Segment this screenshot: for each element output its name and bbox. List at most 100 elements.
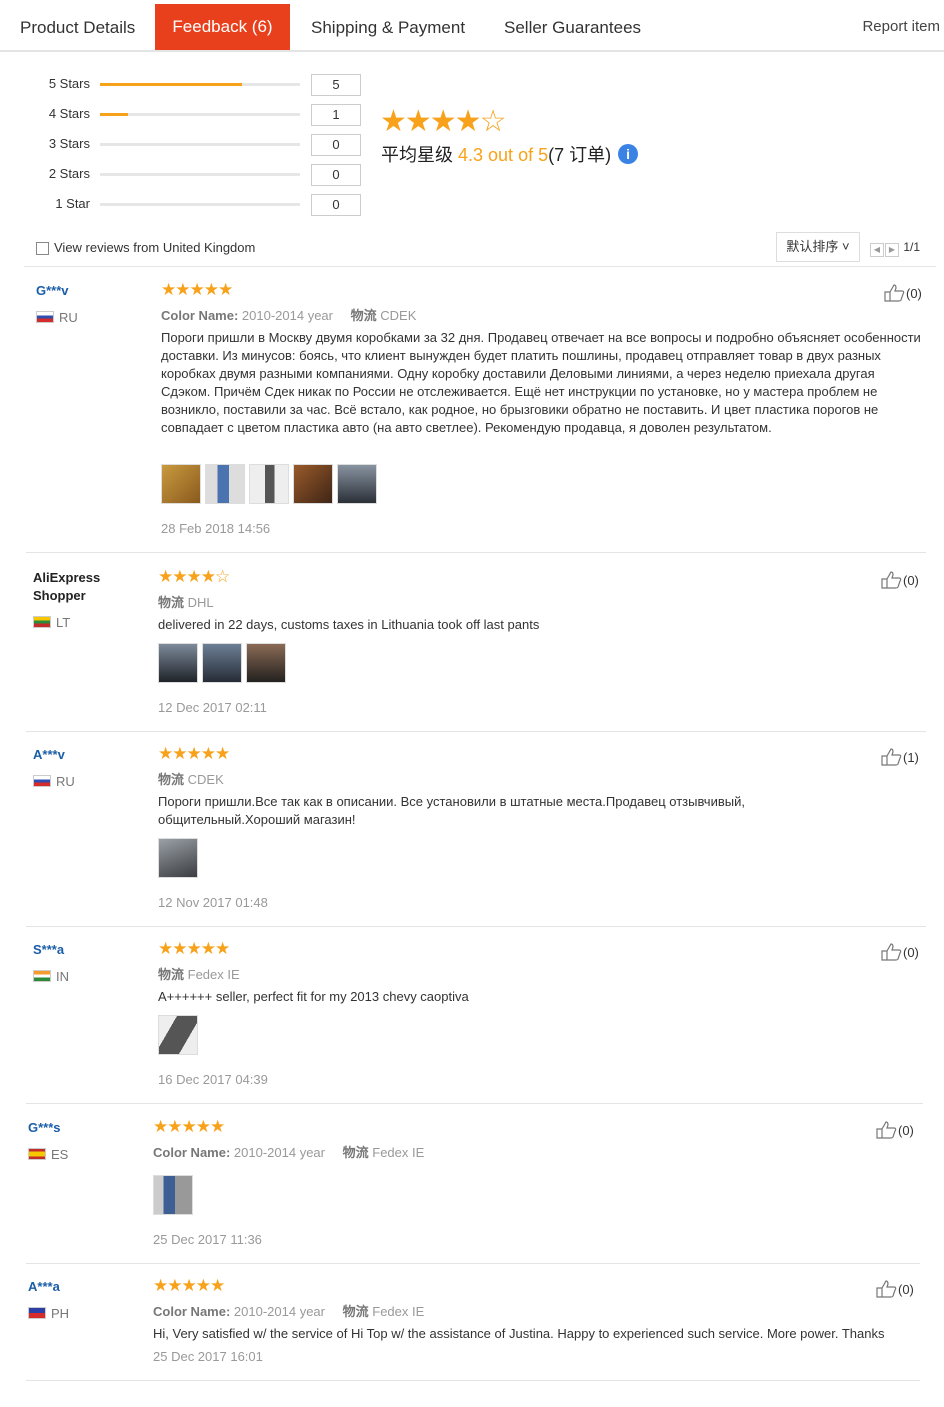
histogram-count-box[interactable]: 5 [311,74,361,96]
average-score: 4.3 out of 5 [458,145,549,165]
helpful-button[interactable]: (0) [881,571,919,589]
average-rating-text: 平均星级 4.3 out of 5(7 订单) i [381,141,639,167]
reviewer-country: PH [28,1306,69,1321]
review-photo[interactable] [161,464,201,504]
review-stars: ★★★★☆ [158,567,230,586]
next-page-button[interactable]: ▶ [885,243,899,257]
helpful-button[interactable]: (0) [876,1280,914,1298]
review-text: Пороги пришли в Москву двумя коробками з… [161,330,921,435]
review-text: delivered in 22 days, customs taxes in L… [158,617,540,632]
pagination: ◀ ▶ 1/1 [870,240,920,257]
review-photo[interactable] [153,1175,193,1215]
review-stars: ★★★★★ [158,744,230,763]
histogram-count-box[interactable]: 0 [311,164,361,186]
histogram-row-3: 3 Stars 0 [40,134,370,156]
reviewer-country: IN [33,969,69,984]
tab-bar: Product Details Feedback (6) Shipping & … [0,0,944,52]
histogram-count-box[interactable]: 0 [311,194,361,216]
tab-seller-guarantees[interactable]: Seller Guarantees [504,6,641,50]
tab-feedback[interactable]: Feedback (6) [155,4,290,50]
average-stars: ★★★★☆ [380,105,506,138]
histogram-fill [100,83,242,86]
reviewer-name[interactable]: A***v [33,747,65,762]
uk-filter-label[interactable]: View reviews from United Kingdom [54,240,255,255]
helpful-button[interactable]: (0) [884,284,922,302]
review-stars: ★★★★★ [161,280,233,299]
review-text: A++++++ seller, perfect fit for my 2013 … [158,989,469,1004]
review-meta: Color Name: 2010-2014 year 物流 CDEK [161,308,417,323]
country-flag-icon [36,311,54,323]
tab-shipping-payment[interactable]: Shipping & Payment [311,6,465,50]
country-flag-icon [33,775,51,787]
helpful-button[interactable]: (1) [881,748,919,766]
reviewer-name[interactable]: G***v [36,283,69,298]
review-divider [26,731,926,732]
review-photo[interactable] [337,464,377,504]
reviewer-name[interactable]: A***a [28,1279,60,1294]
review-photos [153,1175,197,1217]
thumbs-up-icon [881,571,902,589]
histogram-label: 2 Stars [48,166,90,181]
review-photo[interactable] [158,1015,198,1055]
uk-filter-checkbox[interactable] [36,242,49,255]
thumbs-up-icon [876,1121,897,1139]
histogram-count-box[interactable]: 0 [311,134,361,156]
reviewer-name[interactable]: AliExpress Shopper [33,569,143,605]
tab-product-details[interactable]: Product Details [20,6,135,50]
sort-dropdown[interactable]: 默认排序 ˅ [776,232,860,262]
prev-page-button[interactable]: ◀ [870,243,884,257]
histogram-track [100,203,300,206]
review-divider [26,1263,920,1264]
country-flag-icon [28,1307,46,1319]
review-meta: 物流 DHL [158,595,214,610]
histogram-track [100,173,300,176]
review-divider [26,552,926,553]
histogram-count-box[interactable]: 1 [311,104,361,126]
helpful-button[interactable]: (0) [876,1121,914,1139]
info-icon[interactable]: i [618,144,639,164]
review-divider [26,1380,920,1381]
review-date: 25 Dec 2017 16:01 [153,1349,263,1364]
review-photo[interactable] [158,838,198,878]
thumbs-up-icon [876,1280,897,1298]
review-photos [158,643,290,685]
helpful-button[interactable]: (0) [881,943,919,961]
order-count: (7 订单) [548,145,612,165]
histogram-label: 1 Star [55,196,90,211]
review-photo[interactable] [205,464,245,504]
histogram-track [100,113,300,116]
review-photo[interactable] [249,464,289,504]
reviewer-name[interactable]: G***s [28,1120,61,1135]
review-meta: 物流 Fedex IE [158,967,240,982]
review-stars: ★★★★★ [153,1117,225,1136]
review-text: Hi, Very satisfied w/ the service of Hi … [153,1326,885,1341]
review-date: 25 Dec 2017 11:36 [153,1232,262,1247]
review-text: Пороги пришли.Все так как в описании. Вс… [158,794,745,827]
report-item-link[interactable]: Report item [862,18,940,35]
review-photo[interactable] [293,464,333,504]
reviewer-name[interactable]: S***a [33,942,64,957]
histogram-label: 5 Stars [48,76,90,91]
review-meta: 物流 CDEK [158,772,224,787]
country-flag-icon [28,1148,46,1160]
thumbs-up-icon [881,748,902,766]
histogram-row-4: 4 Stars 1 [40,104,370,126]
country-flag-icon [33,970,51,982]
review-divider [26,926,926,927]
review-photo[interactable] [158,643,198,683]
review-photo[interactable] [246,643,286,683]
histogram-label: 3 Stars [48,136,90,151]
reviewer-country: LT [33,615,70,630]
review-date: 12 Nov 2017 01:48 [158,895,268,910]
reviewer-country: ES [28,1147,68,1162]
country-flag-icon [33,616,51,628]
average-label: 平均星级 [381,145,453,165]
review-date: 28 Feb 2018 14:56 [161,521,271,536]
review-meta: Color Name: 2010-2014 year 物流 Fedex IE [153,1145,425,1160]
review-photo[interactable] [202,643,242,683]
review-photos [158,838,202,880]
page-indicator: 1/1 [903,240,921,254]
reviewer-country: RU [36,310,78,325]
reviewer-country: RU [33,774,75,789]
histogram-row-2: 2 Stars 0 [40,164,370,186]
